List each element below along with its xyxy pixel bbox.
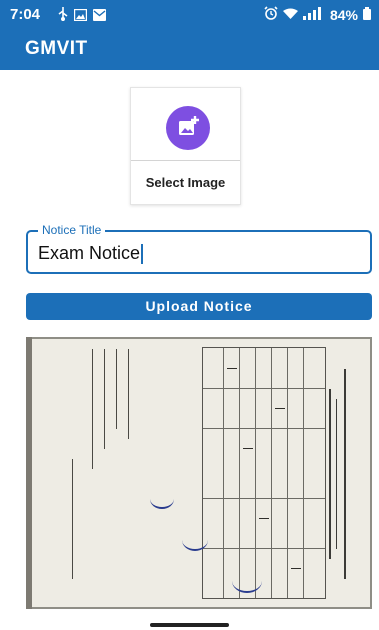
volte-signal-icon bbox=[302, 6, 325, 23]
upload-notice-button[interactable]: Upload Notice bbox=[26, 293, 372, 320]
mail-icon bbox=[93, 8, 106, 26]
notice-header-line bbox=[329, 389, 331, 559]
notice-title-label: Notice Title bbox=[38, 223, 106, 237]
alarm-icon bbox=[264, 6, 278, 23]
signature bbox=[150, 489, 174, 509]
status-bar: 7:04 84% bbox=[0, 0, 379, 30]
text-cursor bbox=[141, 243, 144, 264]
exam-timetable bbox=[202, 347, 326, 599]
notice-title-value: Exam Notice bbox=[38, 243, 141, 263]
wifi-icon bbox=[282, 7, 298, 23]
notice-header-line bbox=[344, 369, 346, 579]
app-title: GMVIT bbox=[25, 38, 88, 59]
notice-title-field[interactable]: Notice Title Exam Notice bbox=[26, 223, 372, 274]
battery-percentage: 84% bbox=[329, 6, 358, 23]
card-divider bbox=[131, 160, 240, 161]
select-image-label: Select Image bbox=[145, 175, 226, 190]
select-image-card[interactable]: Select Image bbox=[130, 87, 241, 205]
battery-icon bbox=[363, 6, 371, 23]
home-gesture-handle[interactable] bbox=[150, 623, 229, 627]
status-left-icons bbox=[58, 7, 106, 26]
usb-icon bbox=[58, 7, 68, 26]
navigation-bar bbox=[0, 609, 379, 630]
signature bbox=[182, 529, 208, 551]
notice-header-line bbox=[336, 399, 337, 549]
app-bar: GMVIT bbox=[0, 30, 379, 70]
notice-paper-photo bbox=[32, 339, 370, 607]
status-time: 7:04 bbox=[10, 6, 41, 23]
signature bbox=[232, 569, 262, 593]
add-photo-icon bbox=[179, 116, 199, 135]
status-right: 84% bbox=[264, 6, 371, 23]
notice-image-preview bbox=[26, 337, 372, 609]
image-notification-icon bbox=[73, 8, 88, 26]
add-photo-button[interactable] bbox=[166, 106, 210, 150]
notice-title-input[interactable]: Exam Notice bbox=[38, 243, 144, 264]
